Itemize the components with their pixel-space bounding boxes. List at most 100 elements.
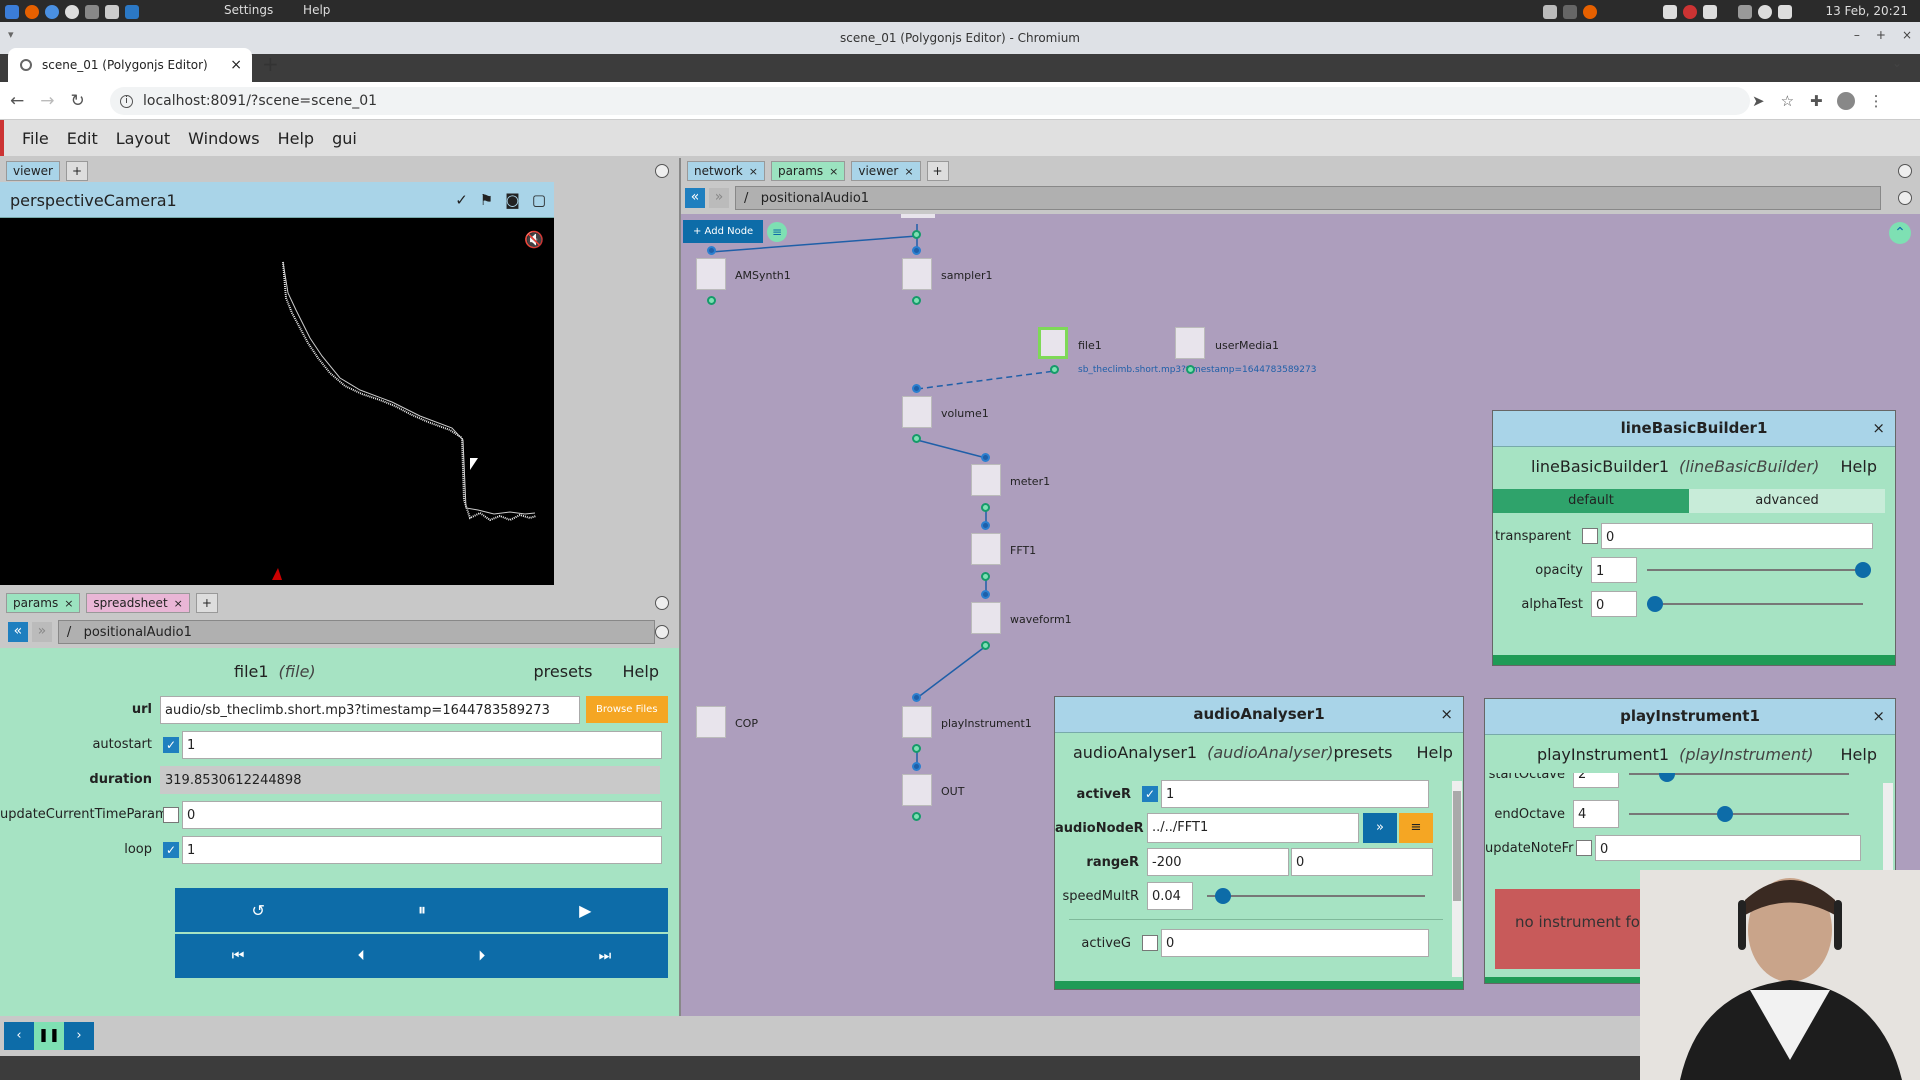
menu-help[interactable]: Help — [278, 129, 314, 148]
back-icon[interactable]: ← — [10, 91, 24, 111]
port-out[interactable] — [912, 434, 921, 443]
autostart-checkbox[interactable]: ✓ — [163, 736, 179, 753]
menu-gui[interactable]: gui — [332, 129, 357, 148]
home-icon[interactable] — [105, 5, 119, 19]
pause-icon[interactable]: ⏸ — [418, 900, 426, 920]
window-menu-icon[interactable]: ▾ — [8, 28, 14, 41]
minimize-icon[interactable]: – — [1854, 28, 1860, 42]
menu-windows[interactable]: Windows — [188, 129, 259, 148]
tab-close-icon[interactable]: × — [64, 597, 73, 610]
terminal-tray-icon[interactable] — [1563, 5, 1577, 19]
port-in[interactable] — [912, 762, 921, 771]
port-in[interactable] — [707, 246, 716, 255]
collapse-up-icon[interactable]: ⌃ — [1889, 222, 1911, 244]
scrollbar-thumb[interactable] — [1453, 791, 1461, 901]
port-in[interactable] — [981, 453, 990, 462]
add-tab-button[interactable]: + — [195, 593, 218, 613]
new-tab-icon[interactable]: + — [262, 52, 279, 76]
transparent-checkbox[interactable] — [1582, 528, 1598, 544]
tab-spreadsheet[interactable]: spreadsheet × — [86, 593, 190, 613]
port-in[interactable] — [912, 693, 921, 702]
bell-icon[interactable] — [1663, 5, 1677, 19]
ranger-max-input[interactable]: 0 — [1291, 848, 1433, 876]
port-out[interactable] — [1186, 365, 1195, 374]
obs-icon[interactable] — [1683, 5, 1697, 19]
port-out[interactable] — [912, 296, 921, 305]
network-path[interactable]: / positionalAudio1 — [735, 186, 1881, 210]
help-button[interactable]: Help — [1416, 743, 1452, 762]
update-current-time-checkbox[interactable] — [163, 806, 179, 823]
nav-back-icon[interactable]: « — [8, 622, 28, 642]
network-info-icon[interactable] — [1898, 191, 1912, 205]
help-button[interactable]: Help — [623, 662, 659, 681]
extensions-icon[interactable]: ✚ — [1810, 92, 1823, 110]
info-icon[interactable] — [1758, 5, 1772, 19]
port-out[interactable] — [912, 230, 921, 239]
close-window-icon[interactable]: × — [1902, 28, 1912, 42]
presets-button[interactable]: presets — [1333, 743, 1392, 762]
nav-forward-icon[interactable]: » — [31, 622, 52, 642]
endoctave-slider[interactable] — [1629, 806, 1849, 822]
node-partial[interactable] — [901, 214, 935, 218]
opacity-slider[interactable] — [1647, 562, 1871, 578]
tab-close-icon[interactable]: × — [230, 57, 242, 73]
close-icon[interactable]: × — [1872, 699, 1885, 734]
next-frame-icon[interactable]: › — [64, 1022, 94, 1050]
volume-icon[interactable] — [1778, 5, 1792, 19]
restart-icon[interactable]: ↺ — [252, 901, 265, 920]
profile-icon[interactable] — [1836, 92, 1855, 110]
node-volume[interactable] — [902, 396, 932, 428]
slider-knob[interactable] — [1647, 596, 1663, 612]
tab-close-icon[interactable]: × — [174, 597, 183, 610]
slider-knob[interactable] — [1215, 888, 1231, 904]
port-in[interactable] — [981, 521, 990, 530]
activer-input[interactable]: 1 — [1161, 780, 1429, 808]
panel-collapse-icon[interactable] — [1898, 164, 1912, 178]
chromium-icon[interactable] — [45, 5, 59, 19]
menu-file[interactable]: File — [22, 129, 49, 148]
tab-viewer-2[interactable]: viewer × — [851, 161, 921, 181]
network-icon[interactable] — [1738, 5, 1752, 19]
port-in[interactable] — [981, 590, 990, 599]
autostart-input[interactable]: 1 — [182, 730, 662, 759]
browser-menu-icon[interactable]: ⋮ — [1869, 92, 1884, 110]
activer-checkbox[interactable]: ✓ — [1142, 786, 1158, 802]
port-out[interactable] — [981, 641, 990, 650]
url-input[interactable]: audio/sb_theclimb.short.mp3?timestamp=16… — [160, 695, 580, 724]
slider-knob[interactable] — [1855, 562, 1871, 578]
audionoder-input[interactable]: ../../FFT1 — [1147, 813, 1359, 843]
reload-icon[interactable]: ↻ — [71, 91, 85, 111]
list-icon[interactable]: ≡ — [767, 222, 787, 242]
activeg-input[interactable]: 0 — [1161, 929, 1429, 957]
seek-end-icon[interactable]: ⏭ — [599, 948, 612, 964]
opacity-input[interactable]: 1 — [1591, 557, 1637, 583]
tab-viewer[interactable]: viewer — [6, 161, 60, 181]
menu-layout[interactable]: Layout — [116, 129, 170, 148]
os-menu-settings[interactable]: Settings — [224, 3, 273, 17]
startoctave-slider[interactable] — [1629, 773, 1849, 782]
step-back-icon[interactable]: ⏴ — [358, 948, 365, 964]
node-usermedia[interactable] — [1175, 327, 1205, 359]
tab-advanced[interactable]: advanced — [1689, 489, 1885, 513]
play-icon[interactable]: ▶ — [579, 901, 591, 920]
prev-frame-icon[interactable]: ‹ — [4, 1022, 34, 1050]
panel-collapse-icon[interactable] — [655, 596, 669, 610]
slider-knob[interactable] — [1717, 806, 1733, 822]
flag-icon[interactable]: ⚑ — [480, 191, 493, 209]
updatenotefr-input[interactable]: 0 — [1595, 835, 1861, 861]
add-node-button[interactable]: + Add Node — [683, 220, 764, 243]
scrollbar[interactable] — [1452, 781, 1462, 977]
node-list-button[interactable]: ≡ — [1399, 813, 1433, 843]
close-icon[interactable]: × — [1872, 411, 1885, 446]
github-icon[interactable] — [65, 5, 79, 19]
seek-start-icon[interactable]: ⏮ — [232, 948, 245, 964]
share-icon[interactable]: ➤ — [1752, 92, 1765, 110]
updatenotefr-checkbox[interactable] — [1576, 840, 1592, 856]
maximize-icon[interactable]: + — [1876, 28, 1886, 42]
node-meter[interactable] — [971, 464, 1001, 496]
node-out[interactable] — [902, 774, 932, 806]
help-button[interactable]: Help — [1841, 457, 1877, 476]
forward-icon[interactable]: → — [40, 91, 54, 111]
panel-collapse-icon[interactable] — [655, 164, 669, 178]
tab-close-icon[interactable]: × — [829, 165, 838, 178]
